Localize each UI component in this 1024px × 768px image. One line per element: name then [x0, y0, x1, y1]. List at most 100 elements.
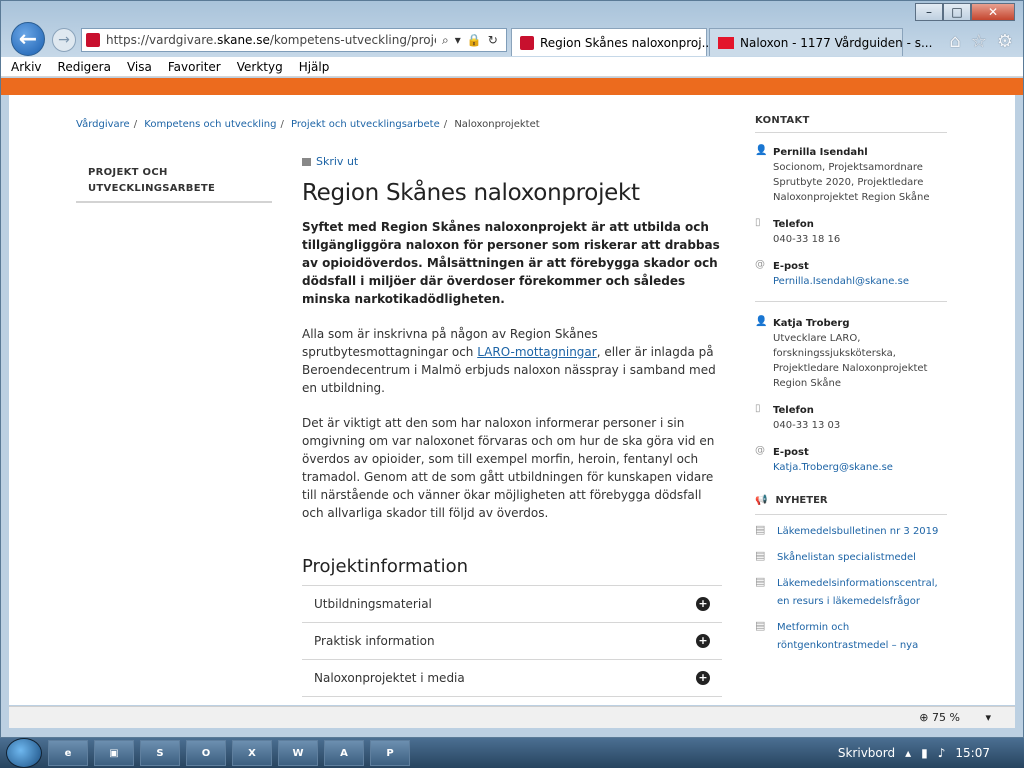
window-controls: – □ ✕: [915, 3, 1015, 21]
news-item: ▤ Läkemedelsbulletinen nr 3 2019: [755, 523, 947, 541]
menu-visa[interactable]: Visa: [127, 60, 152, 74]
close-window-button[interactable]: ✕: [971, 3, 1015, 21]
print-link[interactable]: Skriv ut: [302, 155, 722, 168]
refresh-icon[interactable]: ↻: [488, 33, 498, 48]
network-icon[interactable]: ▮: [921, 746, 928, 760]
email-link[interactable]: Pernilla.Isendahl@skane.se: [773, 276, 909, 287]
news-item: ▤ Metformin och röntgenkontrastmedel – ny…: [755, 619, 947, 655]
desktop-toolbar[interactable]: Skrivbord: [838, 746, 895, 760]
search-icon[interactable]: ⌕: [442, 33, 449, 48]
zoom-control[interactable]: ⊕ 75 % ▾: [919, 711, 991, 724]
breadcrumb: Vårdgivare / Kompetens och utveckling / Pr…: [76, 119, 540, 130]
menu-arkiv[interactable]: Arkiv: [11, 60, 42, 74]
back-button[interactable]: ←: [11, 22, 45, 56]
chevron-down-icon[interactable]: ▾: [985, 711, 991, 724]
contact-phone: ▯ Telefon 040-33 18 16: [755, 217, 841, 245]
favorites-star-icon[interactable]: ☆: [971, 31, 987, 52]
breadcrumb-current: Naloxonprojektet: [454, 119, 540, 130]
menu-bar: Arkiv Redigera Visa Favoriter Verktyg Hj…: [1, 57, 1023, 77]
menu-redigera[interactable]: Redigera: [58, 60, 111, 74]
paragraph: Alla som är inskrivna på någon av Region…: [302, 327, 716, 395]
document-icon: ▤: [755, 523, 766, 536]
news-item: ▤ Skånelistan specialistmedel: [755, 549, 947, 567]
contact-phone: ▯ Telefon 040-33 13 03: [755, 403, 841, 431]
address-text[interactable]: https://vardgivare.skane.se/kompetens-ut…: [106, 33, 436, 47]
tab-favicon-icon: [520, 35, 534, 50]
menu-hjalp[interactable]: Hjälp: [299, 60, 330, 74]
person-icon: 👤: [755, 316, 768, 327]
browser-window: – □ ✕ ← → https://vardgivare.skane.se/ko…: [0, 0, 1024, 738]
paragraph: Det är viktigt att den som har naloxon i…: [302, 416, 715, 520]
site-header-bar: [1, 78, 1023, 95]
menu-favoriter[interactable]: Favoriter: [168, 60, 221, 74]
clock[interactable]: 15:07: [955, 746, 990, 760]
breadcrumb-link[interactable]: Kompetens och utveckling: [144, 119, 276, 130]
lock-icon[interactable]: 🔒: [467, 33, 482, 48]
plus-circle-icon[interactable]: +: [696, 671, 710, 685]
taskbar-excel-icon[interactable]: X: [232, 740, 272, 766]
email-link[interactable]: Katja.Troberg@skane.se: [773, 462, 893, 473]
printer-icon: [302, 157, 311, 166]
document-icon: ▤: [755, 549, 766, 562]
taskbar-pdf-icon[interactable]: A: [324, 740, 364, 766]
email-icon: @: [755, 259, 765, 270]
start-button[interactable]: [6, 738, 42, 768]
tray-expand-icon[interactable]: ▴: [905, 746, 911, 760]
taskbar-outlook-icon[interactable]: O: [186, 740, 226, 766]
taskbar-word-icon[interactable]: W: [278, 740, 318, 766]
sidebar: KONTAKT 👤 Pernilla Isendahl Socionom, Pro…: [755, 115, 947, 663]
maximize-button[interactable]: □: [943, 3, 971, 21]
zoom-icon: ⊕: [919, 711, 929, 724]
accordion-item[interactable]: Praktisk information +: [302, 623, 722, 660]
plus-circle-icon[interactable]: +: [696, 597, 710, 611]
section-title: Projektinformation: [302, 556, 468, 577]
taskbar-ie-icon[interactable]: e: [48, 740, 88, 766]
forward-arrow-icon: →: [58, 32, 70, 48]
minimize-button[interactable]: –: [915, 3, 943, 21]
taskbar-explorer-icon[interactable]: ▣: [94, 740, 134, 766]
title-bar: – □ ✕ ← → https://vardgivare.skane.se/ko…: [1, 1, 1023, 57]
divider: [755, 301, 947, 302]
accordion-item[interactable]: Utbildningsmaterial +: [302, 586, 722, 623]
accordion: Utbildningsmaterial + Praktisk informatio…: [302, 585, 722, 697]
phone-icon: ▯: [755, 217, 761, 228]
settings-gear-icon[interactable]: ⚙: [997, 31, 1013, 52]
page-title: Region Skånes naloxonprojekt: [302, 180, 640, 206]
person-icon: 👤: [755, 145, 768, 156]
lead-paragraph: Syftet med Region Skånes naloxonprojekt …: [302, 220, 720, 306]
breadcrumb-link[interactable]: Vårdgivare: [76, 119, 130, 130]
accordion-item[interactable]: Naloxonprojektet i media +: [302, 660, 722, 697]
contact-email: @ E-post Pernilla.Isendahl@skane.se: [755, 259, 909, 287]
home-icon[interactable]: ⌂: [949, 31, 960, 52]
forward-button[interactable]: →: [52, 28, 76, 52]
volume-icon[interactable]: ♪: [938, 746, 946, 760]
contact-person: 👤 Pernilla Isendahl Socionom, Projektsamo…: [755, 145, 930, 203]
site-favicon-icon: [86, 33, 100, 47]
news-heading: 📢 NYHETER: [755, 487, 947, 515]
breadcrumb-link[interactable]: Projekt och utvecklingsarbete: [291, 119, 440, 130]
system-tray: Skrivbord ▴ ▮ ♪ 15:07: [838, 746, 1024, 760]
tab-1177[interactable]: Naloxon - 1177 Vårdguiden - s...: [709, 28, 932, 56]
menu-verktyg[interactable]: Verktyg: [237, 60, 283, 74]
address-bar[interactable]: https://vardgivare.skane.se/kompetens-ut…: [81, 28, 507, 52]
contact-email: @ E-post Katja.Troberg@skane.se: [755, 445, 893, 473]
tab-favicon-icon: [718, 36, 734, 49]
dropdown-icon[interactable]: ▾: [455, 33, 461, 48]
tab-region-skane[interactable]: Region Skånes naloxonproj... ✕: [511, 28, 722, 56]
laro-link[interactable]: LARO-mottagningar: [477, 345, 596, 359]
taskbar-skype-icon[interactable]: S: [140, 740, 180, 766]
main-article: Skriv ut Region Skånes naloxonprojekt Sy…: [302, 155, 722, 697]
back-arrow-icon: ←: [18, 26, 38, 52]
email-icon: @: [755, 445, 765, 456]
contact-person: 👤 Katja Troberg Utvecklare LARO, forsknin…: [755, 316, 928, 389]
megaphone-icon: 📢: [755, 495, 768, 506]
plus-circle-icon[interactable]: +: [696, 634, 710, 648]
left-nav-section[interactable]: PROJEKT OCH UTVECKLINGSARBETE: [76, 155, 272, 203]
contact-heading: KONTAKT: [755, 115, 947, 133]
document-icon: ▤: [755, 619, 766, 632]
status-bar: ⊕ 75 % ▾: [9, 706, 1015, 728]
page-content: Vårdgivare / Kompetens och utveckling / Pr…: [9, 95, 1015, 705]
phone-icon: ▯: [755, 403, 761, 414]
taskbar-powerpoint-icon[interactable]: P: [370, 740, 410, 766]
news-item: ▤ Läkemedelsinformationscentral, en resur…: [755, 575, 947, 611]
